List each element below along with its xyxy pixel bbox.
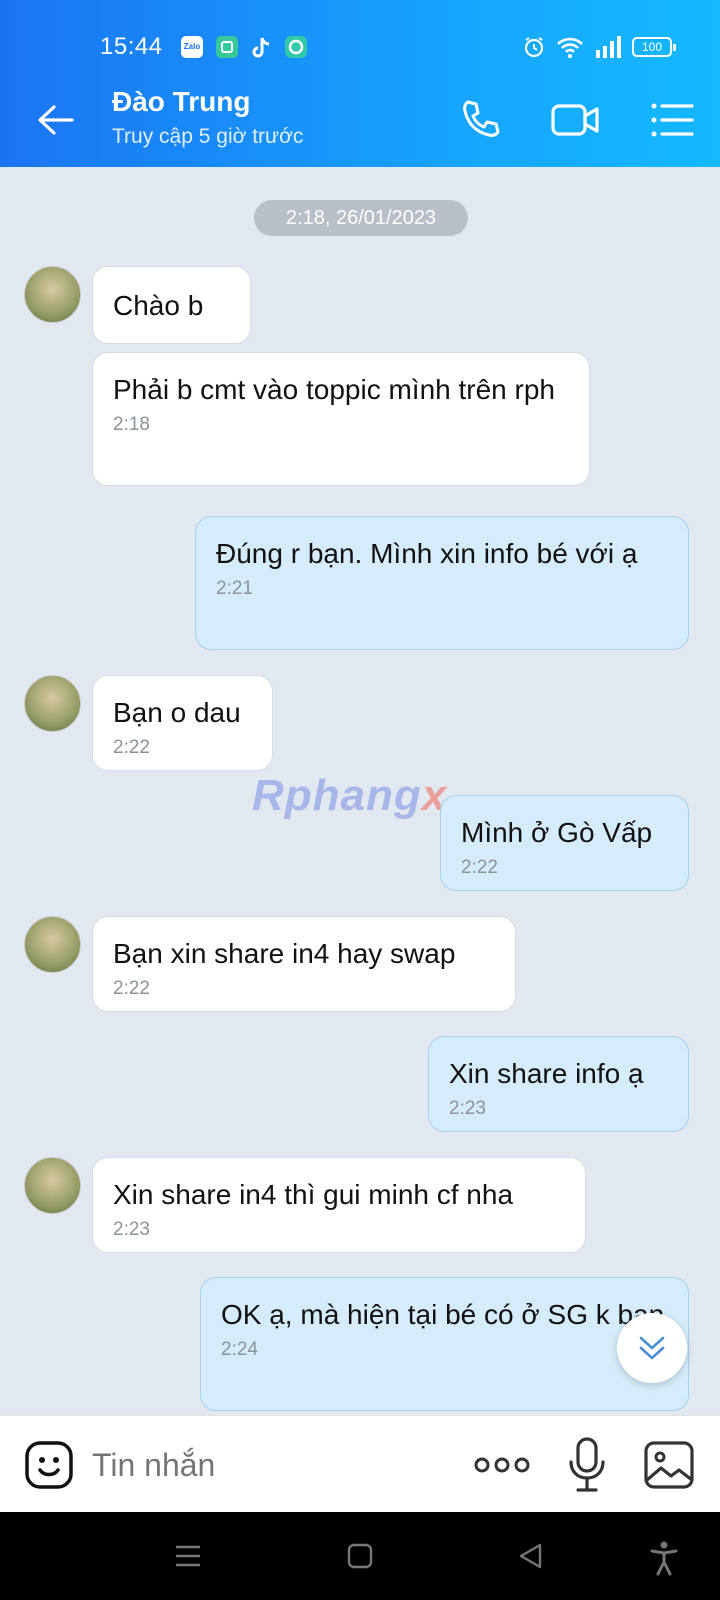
voice-call-button[interactable] [456,96,504,144]
message-text: OK ạ, mà hiện tại bé có ở SG k bạn [221,1299,665,1330]
message-bubble-incoming[interactable]: Phải b cmt vào toppic mình trên rph 2:18 [92,352,590,486]
microphone-icon [569,1437,605,1492]
message-bubble-outgoing[interactable]: Mình ở Gò Vấp 2:22 [440,795,689,891]
message-bubble-incoming[interactable]: Chào b [92,266,251,344]
alarm-icon [524,37,544,58]
message-bubble-outgoing[interactable]: Xin share info ạ 2:23 [428,1036,689,1132]
status-time: 15:44 [100,33,163,60]
double-chevron-down-icon [639,1336,665,1360]
arrow-left-icon [38,105,74,135]
battery-icon: 100 [632,37,676,57]
tiktok-notification-icon [250,36,272,58]
top-bar: 15:44 Zalo 100 Đào Trung Truy cập 5 giờ … [0,0,720,167]
square-icon [347,1543,373,1569]
home-button[interactable] [344,1540,376,1572]
message-time: 2:22 [113,978,150,999]
message-bubble-outgoing[interactable]: OK ạ, mà hiện tại bé có ở SG k bạn 2:24 [200,1277,689,1411]
message-bubble-incoming[interactable]: Bạn o dau 2:22 [92,675,273,771]
chat-notification-icon [285,36,307,58]
message-bubble-outgoing[interactable]: Đúng r bạn. Mình xin info bé với ạ 2:21 [195,516,689,650]
message-text: Chào b [113,290,204,321]
wifi-icon [557,37,583,58]
image-gallery-icon [644,1441,694,1489]
voice-message-button[interactable] [566,1436,608,1494]
message-text: Phải b cmt vào toppic mình trên rph [113,374,555,405]
avatar[interactable] [24,916,81,973]
date-separator: 2:18, 26/01/2023 [254,200,468,236]
app-notification-icon [216,36,238,58]
message-list[interactable]: 2:18, 26/01/2023 Chào b Phải b cmt vào t… [0,167,720,1415]
more-options-button[interactable] [474,1450,530,1480]
signal-icon [596,36,621,58]
message-time: 2:22 [461,857,498,878]
message-input[interactable] [92,1444,432,1486]
video-call-button[interactable] [550,96,599,144]
options-button[interactable] [648,96,696,144]
message-time: 2:18 [113,414,150,435]
message-text: Bạn xin share in4 hay swap [113,938,456,969]
send-image-button[interactable] [643,1440,695,1490]
message-time: 2:22 [113,737,150,758]
avatar[interactable] [24,266,81,323]
message-input-bar [0,1415,720,1512]
message-time: 2:21 [216,578,253,599]
message-text: Mình ở Gò Vấp [461,817,653,848]
last-seen-text: Truy cập 5 giờ trước [112,125,304,148]
emoji-button[interactable] [24,1440,74,1490]
message-text: Đúng r bạn. Mình xin info bé với ạ [216,538,638,569]
accessibility-icon [650,1541,678,1576]
menu-lines-icon [176,1545,200,1567]
message-text: Xin share in4 thì gui minh cf nha [113,1179,514,1210]
avatar[interactable] [24,675,81,732]
avatar[interactable] [24,1157,81,1214]
video-camera-icon [551,104,599,136]
message-text: Xin share info ạ [449,1058,644,1089]
message-bubble-incoming[interactable]: Bạn xin share in4 hay swap 2:22 [92,916,516,1012]
message-text: Bạn o dau [113,697,241,728]
list-menu-icon [651,103,694,137]
accessibility-button[interactable] [648,1540,680,1576]
more-dots-icon [474,1457,530,1473]
zalo-notification-icon: Zalo [181,36,203,58]
contact-name[interactable]: Đào Trung [112,86,250,118]
triangle-back-icon [519,1543,542,1569]
scroll-to-bottom-button[interactable] [617,1313,687,1383]
status-bar: 15:44 Zalo 100 [0,0,720,72]
sticker-emoji-icon [25,1441,73,1489]
chat-header: Đào Trung Truy cập 5 giờ trước [0,72,720,167]
status-icons: 100 [522,33,676,61]
watermark-logo: Rphangx [252,771,448,820]
message-bubble-incoming[interactable]: Xin share in4 thì gui minh cf nha 2:23 [92,1157,586,1253]
recent-apps-button[interactable] [172,1540,204,1572]
back-nav-button[interactable] [515,1540,547,1572]
system-navigation-bar [0,1512,720,1600]
back-button[interactable] [34,98,78,142]
message-time: 2:23 [449,1098,486,1119]
phone-icon [463,100,500,137]
message-time: 2:23 [113,1219,150,1240]
message-time: 2:24 [221,1339,258,1360]
